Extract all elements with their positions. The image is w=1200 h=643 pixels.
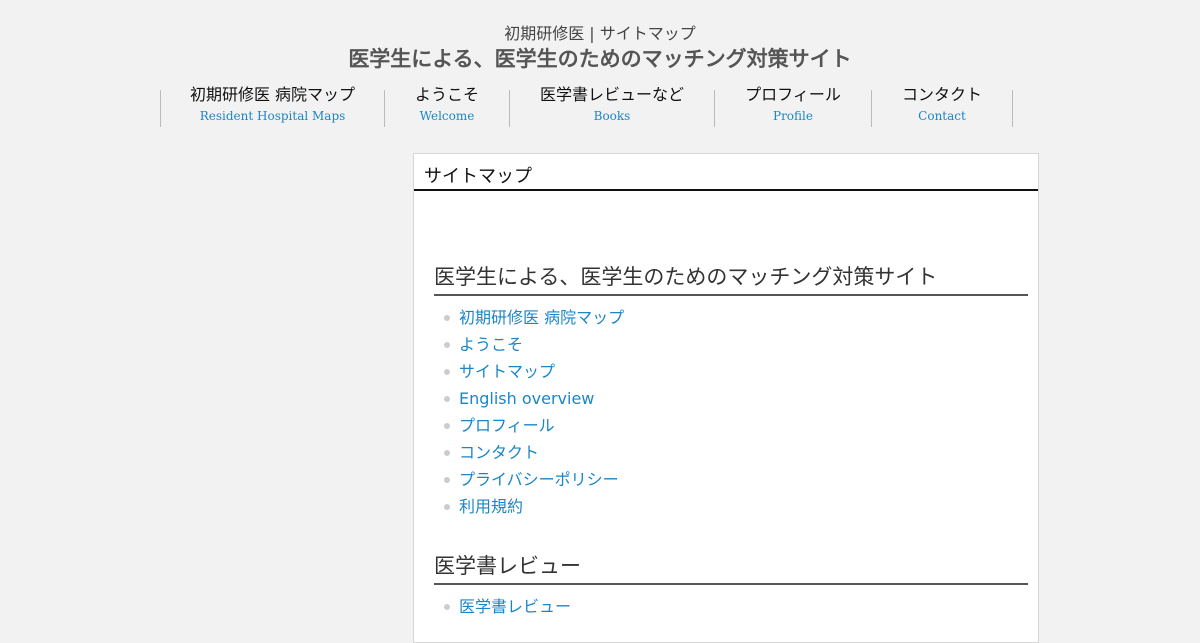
sitemap-link-privacy-policy[interactable]: プライバシーポリシー (459, 470, 619, 489)
sitemap-link-contact[interactable]: コンタクト (459, 443, 539, 462)
sitemap-link-book-reviews[interactable]: 医学書レビュー (459, 597, 571, 616)
nav-item-label: プロフィール (745, 85, 841, 104)
nav-item-profile[interactable]: プロフィール Profile (715, 85, 872, 127)
main-nav: 初期研修医 病院マップ Resident Hospital Maps ようこそ … (160, 85, 1013, 127)
site-title[interactable]: 医学生による、医学生のためのマッチング対策サイト (0, 43, 1200, 73)
list-item: コンタクト (444, 439, 1038, 466)
list-item: プライバシーポリシー (444, 466, 1038, 493)
nav-item-label: コンタクト (901, 85, 982, 104)
nav-item-sublabel: Welcome (419, 109, 475, 123)
sitemap-panel: サイトマップ 医学生による、医学生のためのマッチング対策サイト 初期研修医 病院… (413, 153, 1039, 643)
sitemap-link-sitemap[interactable]: サイトマップ (459, 362, 555, 381)
sitemap-link-welcome[interactable]: ようこそ (459, 335, 523, 354)
sitemap-link-hospital-maps[interactable]: 初期研修医 病院マップ (459, 308, 624, 327)
sitemap-link-terms[interactable]: 利用規約 (459, 497, 523, 516)
sitemap-link-profile[interactable]: プロフィール (459, 416, 555, 435)
nav-item-label: 初期研修医 病院マップ (189, 85, 356, 104)
nav-item-contact[interactable]: コンタクト Contact (872, 85, 1013, 127)
list-item: サイトマップ (444, 358, 1038, 385)
section-link-list: 初期研修医 病院マップ ようこそ サイトマップ English overview… (414, 304, 1038, 520)
nav-item-sublabel: Contact (918, 109, 966, 123)
nav-item-welcome[interactable]: ようこそ Welcome (385, 85, 510, 127)
site-subtitle: 初期研修医 | サイトマップ (504, 24, 696, 43)
nav-item-label: ようこそ (414, 85, 479, 104)
nav-item-sublabel: Resident Hospital Maps (199, 109, 346, 123)
nav-item-sublabel: Profile (773, 109, 813, 123)
list-item: 医学書レビュー (444, 593, 1038, 620)
section-title: 医学生による、医学生のためのマッチング対策サイト (434, 261, 1028, 296)
section-title: 医学書レビュー (434, 550, 1028, 585)
list-item: 初期研修医 病院マップ (444, 304, 1038, 331)
list-item: ようこそ (444, 331, 1038, 358)
list-item: 利用規約 (444, 493, 1038, 520)
list-item: English overview (444, 385, 1038, 412)
sitemap-link-english-overview[interactable]: English overview (459, 389, 594, 408)
nav-item-label: 医学書レビューなど (539, 85, 684, 104)
nav-item-books[interactable]: 医学書レビューなど Books (510, 85, 715, 127)
nav-item-hospital-maps[interactable]: 初期研修医 病院マップ Resident Hospital Maps (161, 85, 385, 127)
panel-heading: サイトマップ (414, 154, 1038, 191)
nav-item-sublabel: Books (593, 109, 631, 123)
list-item: プロフィール (444, 412, 1038, 439)
section-link-list: 医学書レビュー (414, 593, 1038, 620)
